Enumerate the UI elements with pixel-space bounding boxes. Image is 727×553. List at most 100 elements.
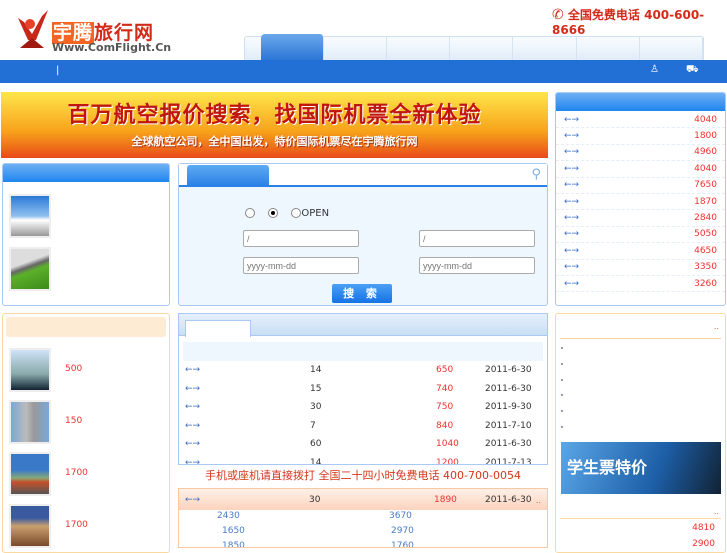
fare-price: 4810	[692, 523, 715, 533]
right-news-panel: .. 学生票特价 .. 4810 2900	[555, 313, 726, 553]
photo-windmills[interactable]	[9, 194, 51, 238]
fare-price: 4040	[694, 163, 717, 174]
promo-banner[interactable]: 百万航空报价搜索，找国际机票全新体验 全球航空公司，全中国出发，特价国际机票尽在…	[1, 92, 548, 158]
stay-days: 60	[310, 439, 322, 450]
deal-photo[interactable]	[9, 400, 51, 444]
table-row[interactable]: ←→ 15 740 2011-6-30	[179, 380, 547, 398]
user-icon[interactable]: ♙	[650, 64, 659, 75]
fare-price: 7650	[694, 180, 717, 191]
stay-days: 7	[310, 420, 316, 431]
fare-price: 1870	[694, 196, 717, 207]
left-deals-panel: 500 150 1700 1700	[2, 313, 170, 553]
search-icon[interactable]: ⚲	[531, 167, 541, 182]
phone-icon: ✆	[552, 7, 564, 23]
route-arrow-icon: ←→	[564, 213, 580, 224]
from-city-input[interactable]	[243, 230, 359, 247]
depart-date-input[interactable]	[243, 257, 359, 274]
panel-header	[6, 317, 166, 337]
fare-price[interactable]: 3670	[389, 511, 412, 521]
fare-price: 4960	[694, 147, 717, 158]
tab-2[interactable]	[324, 37, 387, 61]
valid-date: 2011-6-30	[485, 383, 532, 394]
route-arrow-icon: ←→	[564, 147, 580, 158]
radio-oneway[interactable]	[245, 208, 255, 218]
deal-photo[interactable]	[9, 504, 51, 548]
fare-list-item[interactable]: ←→ 2840	[556, 210, 725, 227]
search-button[interactable]: 搜 索	[332, 284, 392, 303]
deal-photo[interactable]	[9, 452, 51, 496]
fare-price: 650	[436, 365, 454, 375]
route-arrow-icon: ←→	[564, 278, 580, 289]
fare-price: 1200	[436, 458, 459, 465]
fare-list-item[interactable]: ←→ 4960	[556, 145, 725, 162]
route-arrow-icon: ←→	[185, 383, 201, 394]
fare-list-item[interactable]: ←→ 4650	[556, 243, 725, 260]
fare-list-item[interactable]: ←→ 7650	[556, 178, 725, 194]
table-row[interactable]: ←→ 14 650 2011-6-30	[179, 361, 547, 379]
more-link[interactable]: ..	[714, 507, 719, 516]
tab-4[interactable]	[450, 37, 514, 61]
valid-date: 2011-6-30	[485, 365, 532, 375]
table-row[interactable]: ←→ 30 750 2011-9-30	[179, 398, 547, 416]
fare-price[interactable]: 1650	[222, 526, 245, 536]
route-arrow-icon: ←→	[564, 196, 580, 207]
fare-price[interactable]: 2970	[391, 526, 414, 536]
route-arrow-icon: ←→	[185, 402, 201, 413]
table-row[interactable]: ←→ 30 1890 2011-6-30 ..	[179, 491, 547, 509]
fare-price: 1040	[436, 439, 459, 450]
fare-tab[interactable]	[185, 320, 251, 337]
route-arrow-icon: ←→	[564, 131, 580, 142]
tab-1[interactable]	[260, 34, 324, 61]
fare-list-item[interactable]: ←→ 3350	[556, 260, 725, 276]
fare-list-item[interactable]: ←→ 4040	[556, 112, 725, 129]
tab-7[interactable]	[640, 37, 703, 61]
route-arrow-icon: ←→	[564, 180, 580, 191]
table-row[interactable]: ←→ 60 1040 2011-6-30	[179, 435, 547, 453]
orange-fare-panel: ←→ 30 1890 2011-6-30 .. 2430 3670 1650 2…	[178, 488, 548, 548]
table-row[interactable]: ←→ 14 1200 2011-7-13	[179, 454, 547, 465]
deal-price: 150	[65, 416, 83, 426]
radio-roundtrip[interactable]	[268, 208, 279, 218]
hotline: ✆ 全国免费电话 400-600-8666	[552, 7, 705, 37]
tab-6[interactable]	[577, 37, 640, 61]
fare-price: 740	[436, 383, 454, 394]
fare-list-item[interactable]: ←→ 5050	[556, 227, 725, 244]
fare-list-item[interactable]: ←→ 4040	[556, 161, 725, 178]
table-row[interactable]: ←→ 7 840 2011-7-10	[179, 417, 547, 435]
tab-5[interactable]	[513, 37, 577, 61]
fare-price: 5050	[694, 229, 717, 240]
student-fare-banner[interactable]: 学生票特价	[561, 442, 721, 494]
stay-days: 14	[310, 365, 322, 375]
logo-figure-icon	[18, 10, 48, 48]
valid-date: 2011-7-13	[485, 458, 532, 465]
more-link[interactable]: ..	[536, 496, 541, 505]
valid-date: 2011-6-30	[485, 439, 532, 450]
tab-3[interactable]	[387, 37, 451, 61]
radio-open[interactable]	[291, 208, 302, 218]
route-arrow-icon: ←→	[564, 114, 580, 125]
car-icon[interactable]: ⛟	[686, 64, 699, 77]
route-arrow-icon: ←→	[564, 262, 580, 273]
fare-list-item[interactable]: ←→ 3260	[556, 276, 725, 293]
open-label: OPEN	[301, 208, 330, 219]
fare-list-item[interactable]: ←→ 1870	[556, 194, 725, 211]
photo-hills[interactable]	[9, 247, 51, 291]
fare-price: 840	[436, 420, 454, 431]
site-logo[interactable]: 宇腾旅行网 Www.ComFlight.Cn	[14, 8, 171, 54]
fare-list-item[interactable]: ←→ 1800	[556, 128, 725, 145]
right-fare-list: ←→ 4040 ←→ 1800 ←→ 4960 ←→ 4040 ←→ 7650 ←→ 1870 ←→ 28…	[555, 92, 726, 306]
fare-table: ←→ 14 650 2011-6-30 ←→ 15 740 2011-6-30 ←→ 30 750 2…	[178, 313, 548, 465]
fare-price: 4650	[694, 245, 717, 256]
route-arrow-icon: ←→	[185, 495, 201, 505]
more-link[interactable]: ..	[714, 322, 719, 331]
valid-date: 2011-9-30	[485, 402, 532, 413]
nav-bar: | ♙ ⛟	[0, 60, 727, 83]
fare-price[interactable]: 2430	[217, 511, 240, 521]
search-tab[interactable]	[187, 165, 269, 186]
to-city-input[interactable]	[419, 230, 535, 247]
deal-photo[interactable]	[9, 348, 51, 392]
stay-days: 14	[310, 458, 322, 465]
route-arrow-icon: ←→	[185, 365, 201, 375]
return-date-input[interactable]	[419, 257, 535, 274]
deal-price: 500	[65, 364, 83, 374]
